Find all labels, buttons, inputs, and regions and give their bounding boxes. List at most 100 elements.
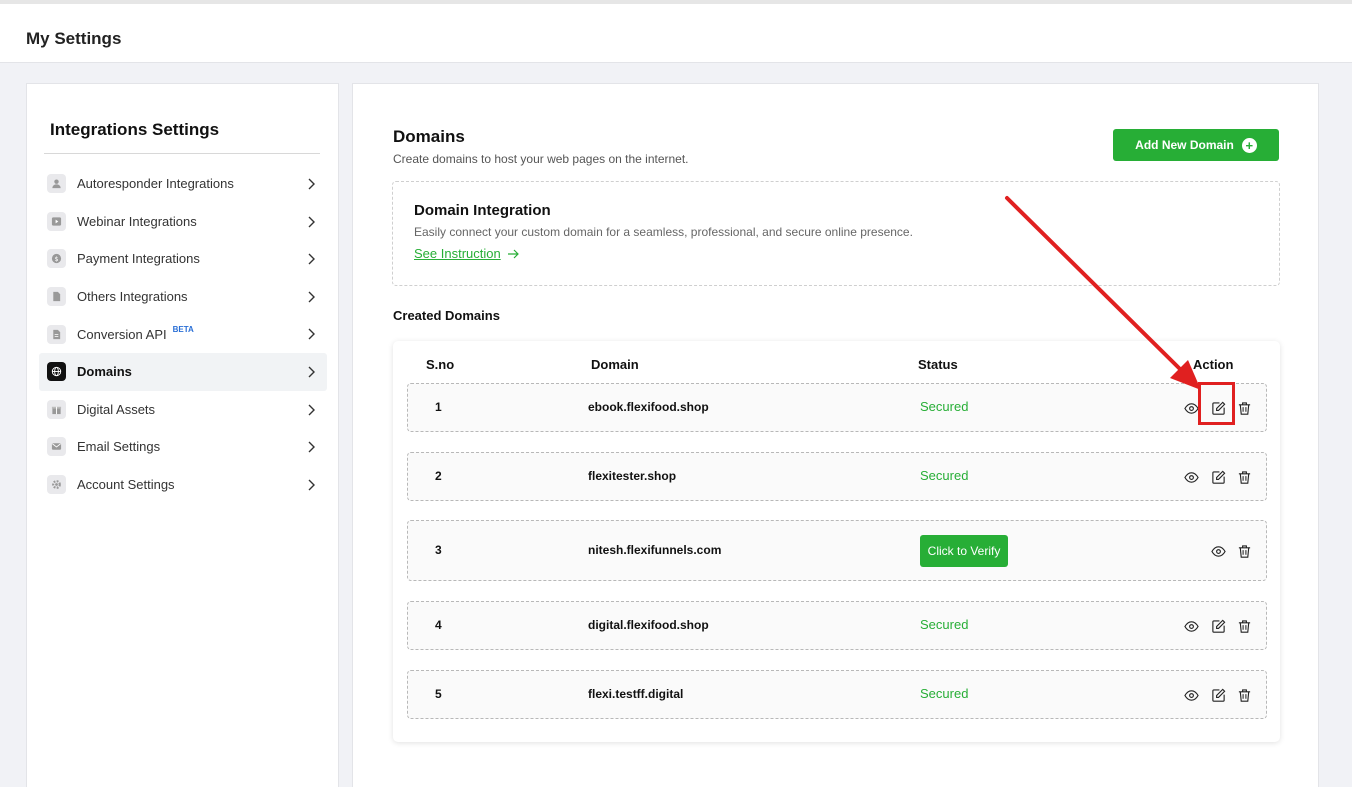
sidebar-item-account-settings[interactable]: Account Settings	[39, 466, 327, 504]
edit-button[interactable]	[1209, 617, 1227, 635]
delete-button[interactable]	[1235, 617, 1253, 635]
edit-button[interactable]	[1209, 468, 1227, 486]
chevron-right-icon	[308, 366, 315, 378]
video-icon	[47, 211, 66, 231]
sidebar-item-label: Account Settings	[77, 477, 175, 493]
delete-button[interactable]	[1235, 468, 1253, 486]
sidebar-item-domains[interactable]: Domains	[39, 352, 327, 391]
plus-circle-icon: +	[1241, 137, 1257, 153]
table-row: 2 flexitester.shop Secured	[407, 452, 1267, 501]
sidebar-item-label: Autoresponder Integrations	[77, 176, 234, 192]
view-button[interactable]	[1209, 542, 1227, 560]
sidebar-item-label: Conversion API	[77, 326, 167, 342]
column-header-action: Action	[1193, 357, 1234, 372]
row-domain: flexitester.shop	[588, 469, 677, 483]
sidebar-list: Autoresponder Integrations Webinar Integ…	[39, 165, 327, 503]
view-button[interactable]	[1182, 468, 1200, 486]
eye-icon	[1210, 545, 1226, 557]
svg-text:$: $	[54, 255, 58, 263]
domains-panel: Domains Create domains to host your web …	[352, 83, 1319, 787]
sidebar-item-autoresponder[interactable]: Autoresponder Integrations	[39, 165, 327, 203]
add-new-domain-label: Add New Domain	[1135, 138, 1234, 152]
annotation-highlight-box	[1198, 382, 1235, 425]
see-instruction-link[interactable]: See Instruction	[414, 246, 520, 261]
status-badge: Secured	[920, 468, 969, 483]
row-domain: digital.flexifood.shop	[588, 618, 709, 632]
delete-button[interactable]	[1235, 399, 1253, 417]
chevron-right-icon	[308, 216, 315, 228]
sidebar-item-payment[interactable]: $ Payment Integrations	[39, 240, 327, 278]
chevron-right-icon	[308, 291, 315, 303]
edit-icon	[1211, 619, 1225, 633]
column-header-sno: S.no	[426, 357, 455, 372]
sidebar-item-label: Others Integrations	[77, 289, 188, 305]
sidebar-item-webinar[interactable]: Webinar Integrations	[39, 203, 327, 241]
row-domain: ebook.flexifood.shop	[588, 400, 709, 414]
edit-icon	[1211, 688, 1225, 702]
sidebar-title: Integrations Settings	[50, 120, 220, 139]
document-icon	[47, 287, 66, 307]
edit-icon	[1211, 470, 1225, 484]
view-button[interactable]	[1182, 617, 1200, 635]
table-row: 3 nitesh.flexifunnels.com Click to Verif…	[407, 520, 1267, 581]
trash-icon	[1238, 619, 1250, 633]
see-instruction-label: See Instruction	[414, 246, 501, 261]
chevron-right-icon	[308, 253, 315, 265]
sidebar-item-label: Domains	[77, 364, 132, 380]
sidebar-item-conversion-api[interactable]: Conversion API BETA	[39, 315, 327, 353]
row-sno: 4	[435, 618, 442, 632]
integration-description: Easily connect your custom domain for a …	[414, 225, 913, 239]
chevron-right-icon	[308, 441, 315, 453]
domains-subtitle: Create domains to host your web pages on…	[393, 152, 689, 166]
delete-button[interactable]	[1235, 686, 1253, 704]
status-badge: Secured	[920, 686, 969, 701]
globe-icon	[47, 362, 66, 382]
settings-sidebar: Integrations Settings Autoresponder Inte…	[26, 83, 339, 787]
trash-icon	[1238, 401, 1250, 415]
delete-button[interactable]	[1235, 542, 1253, 560]
row-sno: 3	[435, 543, 442, 557]
trash-icon	[1238, 470, 1250, 484]
row-domain: nitesh.flexifunnels.com	[588, 543, 722, 557]
click-to-verify-button[interactable]: Click to Verify	[920, 535, 1008, 567]
chevron-right-icon	[308, 178, 315, 190]
trash-icon	[1238, 544, 1250, 558]
eye-icon	[1183, 689, 1199, 701]
file-icon	[47, 324, 66, 344]
sidebar-item-others[interactable]: Others Integrations	[39, 278, 327, 316]
sidebar-item-label: Payment Integrations	[77, 251, 200, 267]
row-sno: 5	[435, 687, 442, 701]
eye-icon	[1183, 402, 1199, 414]
chevron-right-icon	[308, 328, 315, 340]
view-button[interactable]	[1182, 686, 1200, 704]
integration-title: Domain Integration	[414, 202, 551, 219]
status-badge: Secured	[920, 617, 969, 632]
edit-button[interactable]	[1209, 686, 1227, 704]
arrow-right-icon	[507, 249, 519, 258]
sidebar-divider	[44, 153, 320, 154]
row-sno: 1	[435, 400, 442, 414]
table-row: 1 ebook.flexifood.shop Secured	[407, 383, 1267, 432]
mail-icon	[47, 437, 66, 457]
dollar-icon: $	[47, 249, 66, 269]
eye-icon	[1183, 471, 1199, 483]
table-row: 5 flexi.testff.digital Secured	[407, 670, 1267, 719]
created-domains-label: Created Domains	[393, 308, 500, 323]
domains-table: S.no Domain Status Action 1 ebook.flexif…	[393, 341, 1280, 742]
eye-icon	[1183, 620, 1199, 632]
sidebar-item-label: Digital Assets	[77, 401, 156, 417]
add-new-domain-button[interactable]: Add New Domain +	[1113, 129, 1279, 161]
column-header-status: Status	[918, 357, 958, 372]
table-row: 4 digital.flexifood.shop Secured	[407, 601, 1267, 650]
row-domain: flexi.testff.digital	[588, 687, 684, 701]
trash-icon	[1238, 688, 1250, 702]
sidebar-item-email-settings[interactable]: Email Settings	[39, 428, 327, 466]
chevron-right-icon	[308, 479, 315, 491]
status-badge: Secured	[920, 399, 969, 414]
gear-icon	[47, 475, 66, 495]
user-icon	[47, 174, 66, 194]
sidebar-item-label: Webinar Integrations	[77, 213, 197, 229]
row-sno: 2	[435, 469, 442, 483]
domain-integration-card: Domain Integration Easily connect your c…	[392, 181, 1280, 286]
sidebar-item-digital-assets[interactable]: Digital Assets	[39, 391, 327, 429]
